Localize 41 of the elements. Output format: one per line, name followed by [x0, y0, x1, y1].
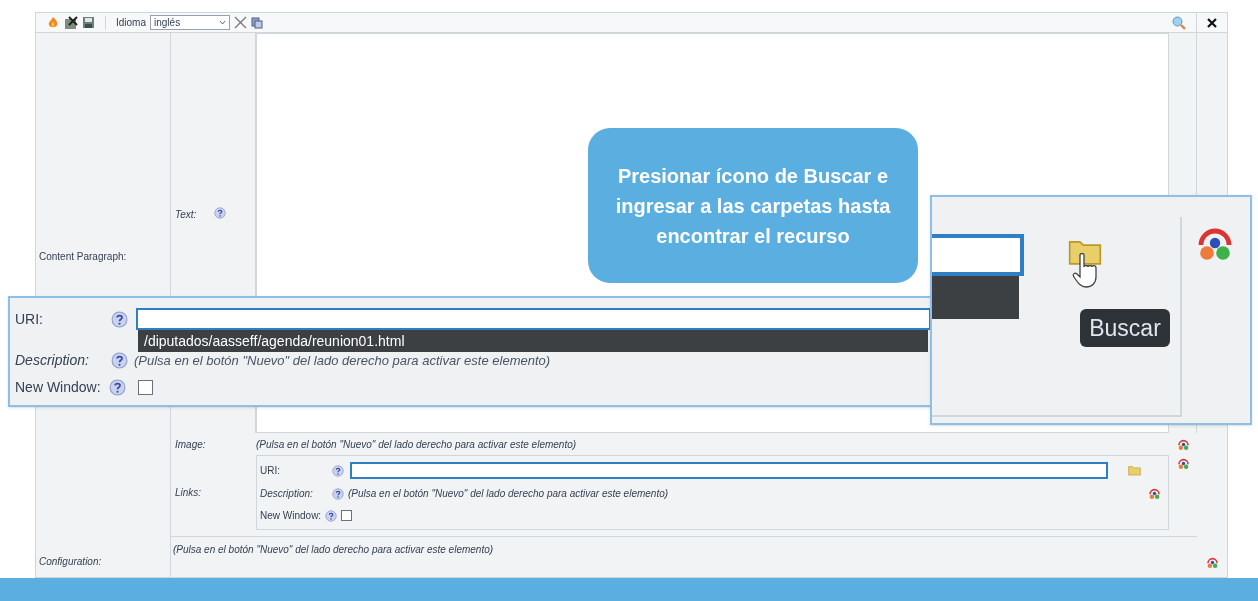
hint-text: (Pulsa en el botón "Nuevo" del lado derecho para activar este elemento): [134, 351, 551, 370]
help-icon[interactable]: [325, 509, 338, 522]
field-label: Configuration:: [39, 555, 103, 569]
suggestion-item[interactable]: /diputados/aasseff/agenda/reunion01.html: [138, 330, 928, 352]
help-icon[interactable]: [332, 487, 344, 500]
hint-text: (Pulsa en el botón "Nuevo" del lado derecho para activar este elemento): [172, 543, 495, 557]
uri-field[interactable]: [932, 234, 1024, 276]
help-icon[interactable]: [332, 464, 344, 477]
field-label: URI:: [260, 464, 281, 478]
colored-dots-icon[interactable]: [1176, 457, 1190, 470]
callout-text: Presionar ícono de Buscar e ingresar a las carpetas hasta encontrar el recurso: [588, 128, 918, 283]
help-icon[interactable]: [214, 207, 227, 219]
field-label: New Window:: [15, 378, 101, 397]
colored-dots-icon[interactable]: [1148, 487, 1161, 500]
checkbox[interactable]: [137, 380, 153, 395]
field-label: Description:: [15, 351, 90, 370]
help-icon[interactable]: [108, 379, 126, 396]
colored-dots-icon[interactable]: [1205, 556, 1219, 569]
language-dropdown[interactable]: inglés: [150, 15, 230, 30]
copy-icon[interactable]: [251, 16, 263, 29]
chevron-down-icon: [219, 20, 226, 25]
hint-text: (Pulsa en el botón "Nuevo" del lado derecho para activar este elemento): [256, 437, 578, 452]
uri-field[interactable]: [350, 462, 1108, 479]
field-label: URI:: [15, 309, 44, 329]
field-label: Text:: [175, 208, 197, 222]
checkbox[interactable]: [341, 510, 353, 521]
field-label: Description:: [260, 487, 314, 501]
field-label: Image:: [174, 437, 207, 452]
hint-text: (Pulsa en el botón "Nuevo" del lado derecho para activar este elemento): [348, 487, 670, 501]
field-label: New Window:: [260, 509, 322, 523]
colored-dots-icon[interactable]: [1176, 437, 1190, 451]
help-icon[interactable]: [111, 352, 128, 369]
save-icon[interactable]: [82, 16, 95, 29]
language-label: Idioma: [116, 16, 146, 30]
image-delete-icon[interactable]: [64, 15, 78, 30]
help-icon[interactable]: [111, 310, 128, 328]
field-label: Links:: [174, 486, 203, 500]
field-label: Content Paragraph:: [39, 250, 128, 264]
tooltip: Buscar: [1080, 309, 1170, 347]
close-icon[interactable]: [1207, 17, 1217, 28]
uri-field[interactable]: [136, 308, 931, 330]
